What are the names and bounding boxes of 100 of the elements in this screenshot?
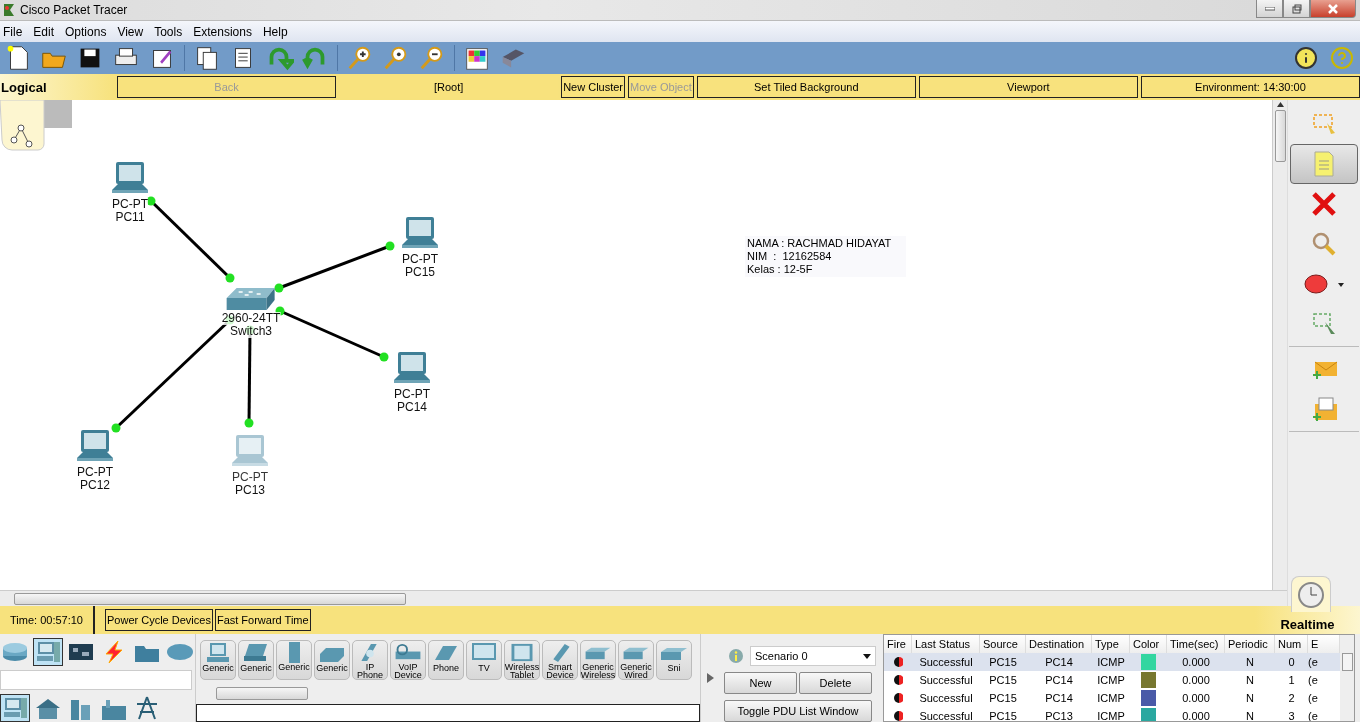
device-model-label: PC-PT	[232, 471, 268, 484]
computer-icon	[1, 696, 29, 720]
table-cell: Successful	[912, 653, 980, 671]
scrollbar-thumb[interactable]	[216, 686, 308, 700]
column-header[interactable]: Periodic	[1225, 635, 1275, 653]
device-button[interactable]: Sni	[656, 640, 692, 680]
menu-item[interactable]: File	[0, 24, 31, 39]
menu-item[interactable]: Options	[62, 24, 115, 39]
category-field[interactable]	[0, 670, 192, 690]
column-header[interactable]: Last Status	[912, 635, 980, 653]
menu-item[interactable]: Edit	[30, 24, 63, 39]
scenario-button[interactable]: Delete	[799, 672, 872, 694]
category-button[interactable]	[33, 638, 63, 666]
device-button[interactable]: Generic	[238, 640, 274, 680]
device-name-label: PC13	[235, 484, 265, 497]
scrollbar-thumb[interactable]	[1341, 653, 1353, 671]
minimize-button[interactable]	[1256, 0, 1283, 18]
fire-icon[interactable]	[893, 657, 903, 667]
device-button[interactable]: IP Phone	[352, 640, 388, 680]
palette-tool-button[interactable]	[1290, 144, 1358, 184]
table-cell: 0	[1275, 653, 1308, 671]
server-icon	[288, 642, 300, 663]
status-button[interactable]: Fast Forward Time	[214, 609, 311, 631]
ellipse-icon	[1302, 271, 1346, 297]
close-button[interactable]	[1310, 0, 1356, 18]
vertical-scrollbar[interactable]	[1340, 635, 1354, 721]
column-header[interactable]: Source	[980, 635, 1026, 653]
device-button[interactable]: Smart Device	[542, 640, 578, 680]
device-button[interactable]: Generic Wireless	[580, 640, 616, 680]
table-cell: N	[1225, 653, 1275, 671]
window-title: Cisco Packet Tracer	[20, 3, 129, 17]
device-button[interactable]: Generic Wired	[618, 640, 654, 680]
menu-item[interactable]: View	[114, 24, 152, 39]
close-icon	[1327, 3, 1339, 14]
device-name-label: PC14	[397, 401, 427, 414]
device-name-label: PC12	[80, 479, 110, 492]
fire-icon[interactable]	[893, 675, 903, 685]
column-header[interactable]: Color	[1130, 635, 1167, 653]
table-cell: (e	[1308, 653, 1340, 671]
device-model-label: PC-PT	[112, 198, 148, 211]
device-button[interactable]: Phone	[428, 640, 464, 680]
column-header[interactable]: Time(sec)	[1167, 635, 1225, 653]
note-line: NIM : 12162584	[747, 250, 833, 263]
scrollbar-thumb[interactable]	[14, 592, 406, 605]
vertical-scrollbar[interactable]	[1272, 100, 1287, 590]
horizontal-scrollbar[interactable]	[0, 590, 1287, 606]
clock-icon	[1297, 580, 1325, 609]
restore-button[interactable]	[1283, 0, 1310, 18]
device-button[interactable]: Generic	[200, 640, 236, 680]
dropdown-caret-icon	[863, 653, 871, 659]
info-icon	[728, 648, 744, 664]
house-icon	[34, 696, 62, 720]
device-model-label: PC-PT	[402, 253, 438, 266]
scenario-dropdown[interactable]: Scenario 0	[750, 646, 876, 666]
table-cell: PC14	[1026, 653, 1092, 671]
toggle-pdu-list-button[interactable]: Toggle PDU List Window	[724, 700, 872, 722]
column-header[interactable]: E	[1308, 635, 1340, 653]
note-line: Kelas : 12-5F	[747, 263, 814, 276]
switch-icon[interactable]	[225, 286, 277, 312]
device-button[interactable]: VoIP Device	[390, 640, 426, 680]
table-cell: ICMP	[1092, 653, 1130, 671]
expand-arrow-icon[interactable]	[707, 673, 714, 683]
restore-icon	[1291, 3, 1302, 14]
scenario-button[interactable]: New	[724, 672, 797, 694]
cable-link[interactable]	[146, 196, 235, 283]
router-icon	[1, 640, 29, 664]
cable-link[interactable]	[274, 241, 395, 293]
menu-item[interactable]: Extensions	[190, 24, 260, 39]
menu-item[interactable]: Tools	[151, 24, 191, 39]
column-header[interactable]: Fire	[884, 635, 912, 653]
scroll-up-icon[interactable]	[1276, 102, 1284, 107]
note[interactable]: NAMA : RACHMAD HIDAYAT NIM : 12162584 Kelas : 12-5F	[745, 236, 906, 277]
table-cell: 0.000	[1167, 653, 1225, 671]
toolbar-button[interactable]: Set Tiled Background	[696, 76, 916, 98]
subcategory-button[interactable]	[0, 694, 30, 722]
computer-icon	[34, 640, 62, 664]
device-model-label: PC-PT	[394, 388, 430, 401]
column-header[interactable]: Destination	[1026, 635, 1092, 653]
device-model-label: 2960-24TT	[221, 312, 281, 325]
device-button[interactable]: Generic	[314, 640, 350, 680]
device-button[interactable]: Wireless Tablet	[504, 640, 540, 680]
note-line: NAMA : RACHMAD HIDAYAT	[747, 237, 893, 250]
menu-item[interactable]: Help	[259, 24, 296, 39]
device-button[interactable]: Generic	[276, 640, 312, 680]
device-name-label: PC15	[405, 266, 435, 279]
toolbar-button[interactable]: Environment: 14:30:00	[1140, 76, 1360, 98]
realtime-tab[interactable]	[1291, 576, 1331, 612]
column-header[interactable]: Num	[1275, 635, 1308, 653]
device-model-label: PC-PT	[77, 466, 113, 479]
table-cell: PC15	[980, 653, 1026, 671]
toolbar-button[interactable]: New Cluster	[561, 76, 626, 98]
status-button[interactable]: Power Cycle Devices	[105, 609, 213, 631]
column-header[interactable]: Type	[1092, 635, 1130, 653]
fire-icon[interactable]	[893, 693, 903, 703]
toolbar-button[interactable]: Viewport	[918, 76, 1138, 98]
fire-icon[interactable]	[893, 711, 903, 721]
device-button[interactable]: TV	[466, 640, 502, 680]
help-icon	[1330, 46, 1354, 70]
scrollbar-thumb[interactable]	[1274, 110, 1286, 162]
device-name-label: PC11	[115, 211, 145, 224]
